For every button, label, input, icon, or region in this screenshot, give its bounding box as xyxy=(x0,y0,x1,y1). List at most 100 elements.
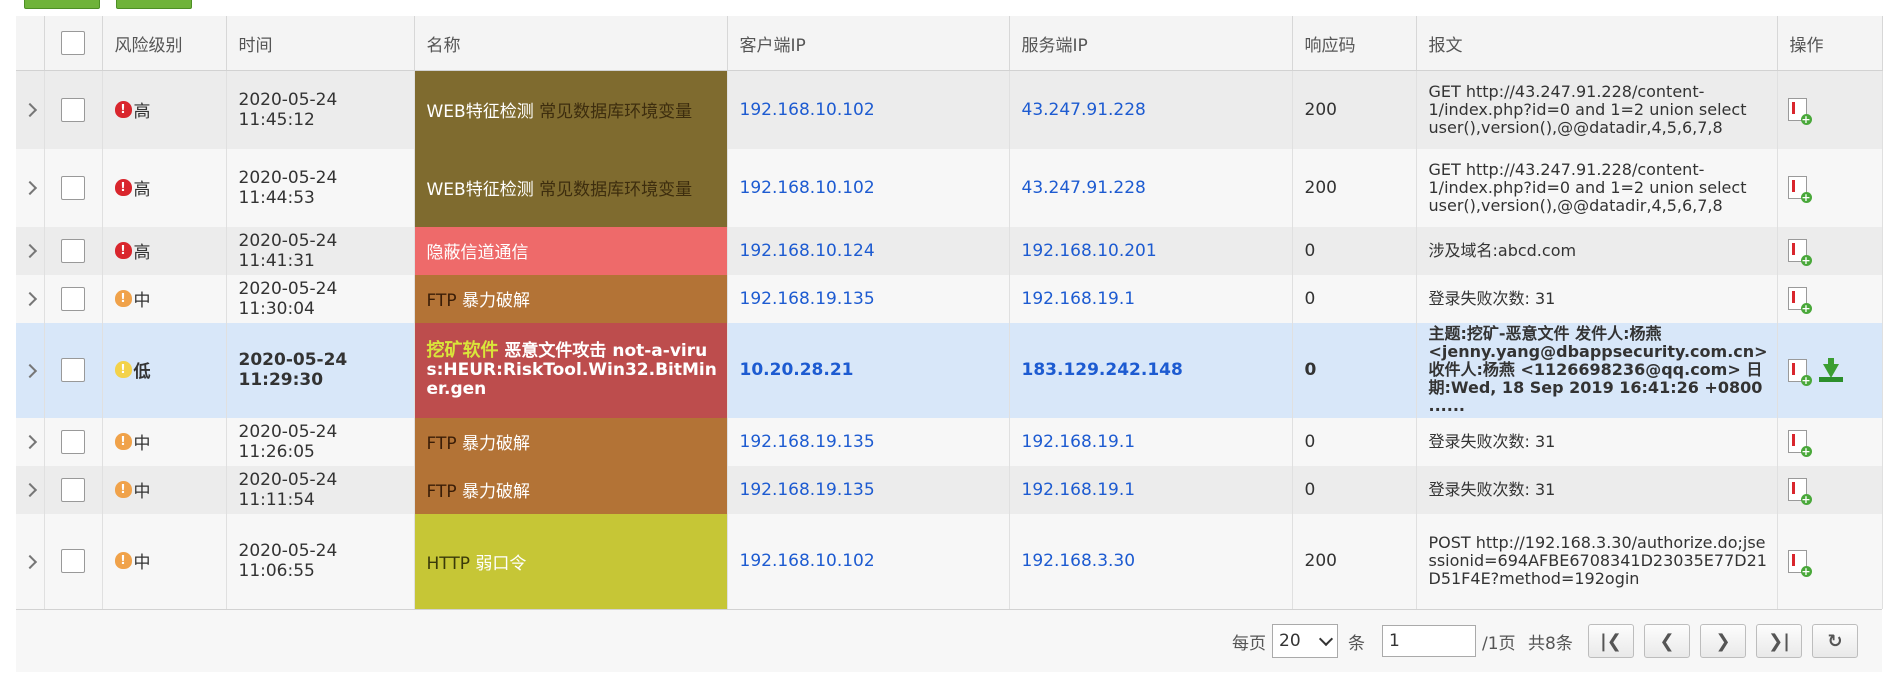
refresh-button[interactable]: ↻ xyxy=(1812,624,1858,658)
response-code: 0 xyxy=(1292,465,1417,514)
client-ip-link[interactable]: 192.168.19.135 xyxy=(727,465,1010,514)
add-report-icon[interactable] xyxy=(1787,287,1812,314)
name-detail: 常见数据库环境变量 xyxy=(539,102,693,123)
row-checkbox[interactable] xyxy=(61,477,85,502)
expand-chevron-icon[interactable] xyxy=(16,226,45,275)
client-ip-link[interactable]: 192.168.10.102 xyxy=(727,70,1010,149)
risk-label: 中 xyxy=(133,553,151,573)
add-report-icon[interactable] xyxy=(1787,358,1812,386)
expand-chevron-icon[interactable] xyxy=(16,513,45,609)
header-ops: 操作 xyxy=(1777,16,1883,71)
expand-chevron-icon[interactable] xyxy=(16,465,45,514)
expand-chevron-icon[interactable] xyxy=(16,148,45,227)
risk-label: 高 xyxy=(133,242,151,263)
table-row[interactable]: 高 2020-05-24 11:41:31 隐蔽信道通信 192.168.10.… xyxy=(16,226,1883,275)
table-row[interactable]: 高 2020-05-24 11:44:53 WEB特征检测 常见数据库环境变量 … xyxy=(16,148,1883,227)
name-detail: 暴力破解 xyxy=(462,434,531,454)
name-cell: FTP 暴力破解 xyxy=(414,465,728,514)
server-ip-link[interactable]: 192.168.19.1 xyxy=(1009,274,1293,323)
last-page-icon: ❯| xyxy=(1768,630,1790,652)
table-row-selected[interactable]: 低 2020-05-24 11:29:30 挖矿软件 恶意文件攻击 not-a-… xyxy=(16,322,1883,418)
name-cell: 隐蔽信道通信 xyxy=(414,226,728,275)
server-ip-link[interactable]: 192.168.10.201 xyxy=(1009,226,1293,275)
add-report-icon[interactable] xyxy=(1787,430,1812,457)
first-page-button[interactable]: |❮ xyxy=(1588,624,1634,658)
server-ip-link[interactable]: 43.247.91.228 xyxy=(1009,70,1293,149)
header-name[interactable]: 名称 xyxy=(414,16,728,71)
name-cell: WEB特征检测 常见数据库环境变量 xyxy=(414,148,728,227)
client-ip-link[interactable]: 192.168.10.102 xyxy=(727,148,1010,227)
server-ip-link[interactable]: 192.168.3.30 xyxy=(1009,513,1293,609)
row-checkbox[interactable] xyxy=(61,549,85,573)
select-all-checkbox[interactable] xyxy=(61,31,85,55)
add-report-icon[interactable] xyxy=(1787,98,1812,126)
table-row[interactable]: 高 2020-05-24 11:45:12 WEB特征检测 常见数据库环境变量 … xyxy=(16,70,1883,149)
add-report-icon[interactable] xyxy=(1787,549,1812,577)
risk-label: 中 xyxy=(133,290,151,311)
pagination-bar: 每页 20 条 1 /1页 共8条 |❮ ❮ ❯ ❯| ↻ xyxy=(16,609,1882,672)
header-select-all[interactable] xyxy=(44,16,103,71)
risk-level: 中 xyxy=(114,286,151,311)
header-server-ip[interactable]: 服务端IP xyxy=(1009,16,1293,71)
response-code: 200 xyxy=(1292,513,1417,609)
table-row[interactable]: 中 2020-05-24 11:26:05 FTP 暴力破解 192.168.1… xyxy=(16,417,1883,466)
client-ip-link[interactable]: 192.168.10.102 xyxy=(727,513,1010,609)
name-detail: 恶意文件攻击 xyxy=(504,341,607,361)
name-cell: FTP 暴力破解 xyxy=(414,417,728,466)
chevron-down-icon xyxy=(1318,631,1334,646)
name-detail: 暴力破解 xyxy=(462,291,531,311)
server-ip-link[interactable]: 43.247.91.228 xyxy=(1009,148,1293,227)
message-cell: 登录失败次数: 31 xyxy=(1416,274,1778,323)
server-ip-link[interactable]: 192.168.19.1 xyxy=(1009,417,1293,466)
risk-medium-icon xyxy=(114,432,132,450)
row-checkbox[interactable] xyxy=(61,429,85,454)
response-code: 200 xyxy=(1292,148,1417,227)
expand-chevron-icon[interactable] xyxy=(16,274,45,323)
expand-chevron-icon[interactable] xyxy=(16,70,45,149)
time-cell: 2020-05-24 11:26:05 xyxy=(226,417,415,466)
row-checkbox[interactable] xyxy=(61,175,85,200)
row-checkbox[interactable] xyxy=(61,358,85,382)
header-client-ip[interactable]: 客户端IP xyxy=(727,16,1010,71)
expand-chevron-icon[interactable] xyxy=(16,322,45,418)
name-category: HTTP xyxy=(426,553,471,574)
page-input[interactable]: 1 xyxy=(1382,625,1476,657)
per-page-select[interactable]: 20 xyxy=(1272,624,1338,658)
table-row[interactable]: 中 2020-05-24 11:30:04 FTP 暴力破解 192.168.1… xyxy=(16,274,1883,323)
header-time[interactable]: 时间 xyxy=(226,16,415,71)
total-pages: /1页 xyxy=(1482,633,1516,654)
client-ip-link[interactable]: 192.168.19.135 xyxy=(727,274,1010,323)
risk-level: 中 xyxy=(114,429,151,454)
server-ip-link[interactable]: 192.168.19.1 xyxy=(1009,465,1293,514)
server-ip-link[interactable]: 183.129.242.148 xyxy=(1009,322,1293,418)
expand-chevron-icon[interactable] xyxy=(16,417,45,466)
name-cell: HTTP 弱口令 xyxy=(414,513,728,609)
row-checkbox[interactable] xyxy=(61,238,85,263)
client-ip-link[interactable]: 192.168.19.135 xyxy=(727,417,1010,466)
download-icon[interactable] xyxy=(1818,358,1843,382)
next-page-icon: ❯ xyxy=(1715,630,1731,652)
row-checkbox[interactable] xyxy=(61,286,85,311)
first-page-icon: |❮ xyxy=(1600,630,1622,652)
risk-medium-icon xyxy=(114,552,132,569)
toolbar-button-2[interactable] xyxy=(116,0,192,9)
add-report-icon[interactable] xyxy=(1787,176,1812,203)
table-row[interactable]: 中 2020-05-24 11:11:54 FTP 暴力破解 192.168.1… xyxy=(16,465,1883,514)
client-ip-link[interactable]: 192.168.10.124 xyxy=(727,226,1010,275)
add-report-icon[interactable] xyxy=(1787,239,1812,266)
add-report-icon[interactable] xyxy=(1787,478,1812,505)
header-risk[interactable]: 风险级别 xyxy=(102,16,227,71)
last-page-button[interactable]: ❯| xyxy=(1756,624,1802,658)
name-category: WEB特征检测 xyxy=(426,102,534,123)
row-checkbox[interactable] xyxy=(61,97,85,122)
prev-page-button[interactable]: ❮ xyxy=(1644,624,1690,658)
table-row[interactable]: 中 2020-05-24 11:06:55 HTTP 弱口令 192.168.1… xyxy=(16,513,1883,609)
client-ip-link[interactable]: 10.20.28.21 xyxy=(727,322,1010,418)
name-cell: FTP 暴力破解 xyxy=(414,274,728,323)
table-header: 风险级别 时间 名称 客户端IP 服务端IP 响应码 报文 操作 xyxy=(16,16,1883,71)
header-message[interactable]: 报文 xyxy=(1416,16,1778,71)
prev-page-icon: ❮ xyxy=(1659,630,1675,652)
header-response-code[interactable]: 响应码 xyxy=(1292,16,1417,71)
next-page-button[interactable]: ❯ xyxy=(1700,624,1746,658)
toolbar-button-1[interactable] xyxy=(24,0,100,9)
